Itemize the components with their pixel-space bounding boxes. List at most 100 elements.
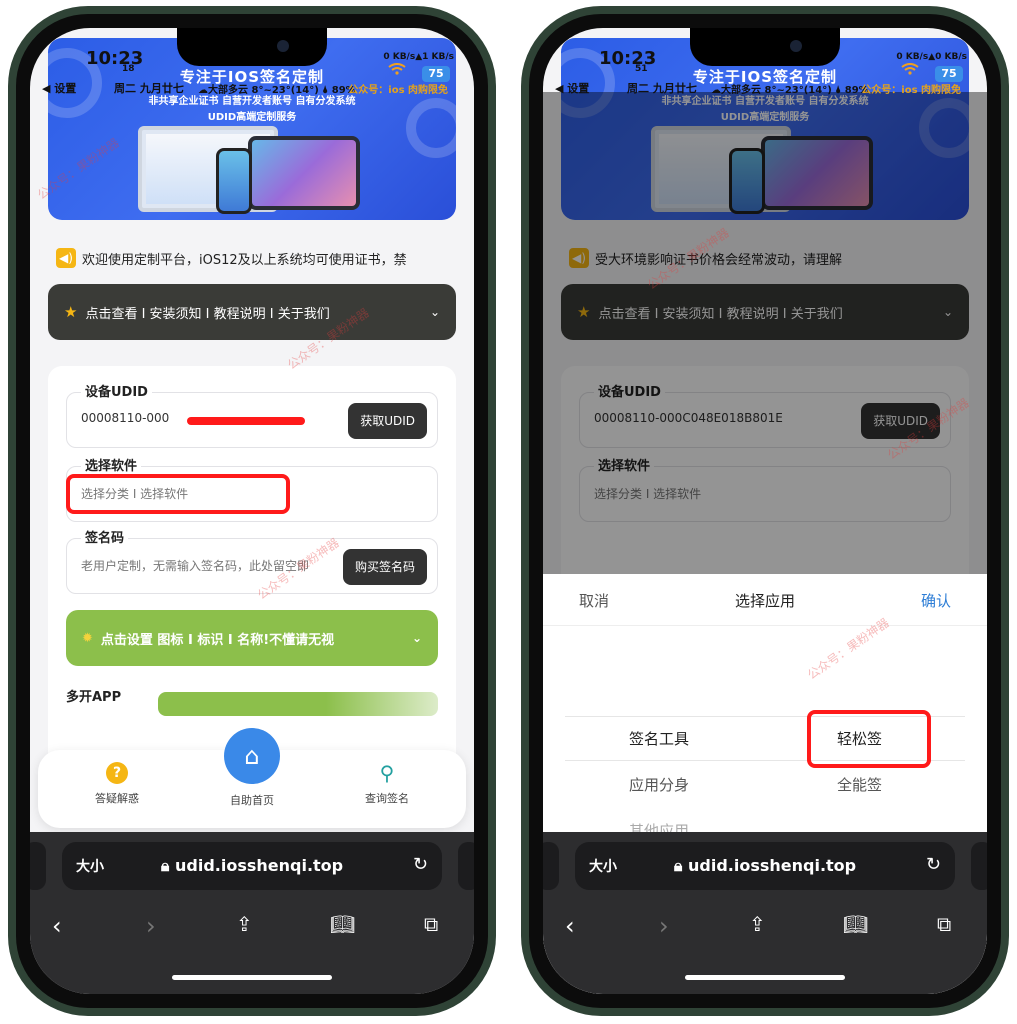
- bookmarks-icon[interactable]: 📖︎: [843, 912, 868, 936]
- url-value: udid.iosshenqi.top: [174, 856, 344, 875]
- redaction-mark: [187, 417, 305, 425]
- reload-icon[interactable]: ↻: [413, 854, 428, 875]
- reload-icon[interactable]: ↻: [926, 854, 941, 875]
- back-to-settings[interactable]: ◀ 设置: [42, 80, 76, 96]
- info-dropdown-label: 点击查看 I 安装须知 I 教程说明 I 关于我们: [85, 306, 330, 322]
- sign-code-label: 签名码: [81, 527, 129, 546]
- wifi-icon: [901, 63, 919, 75]
- next-tab-pill[interactable]: [971, 842, 987, 890]
- prev-tab-pill[interactable]: [30, 842, 46, 890]
- share-icon[interactable]: ⇪: [236, 912, 253, 936]
- next-tab-pill[interactable]: [458, 842, 474, 890]
- settings-dropdown[interactable]: ✹ 点击设置 图标 I 标识 I 名称!不懂请无视 ⌄: [66, 610, 438, 666]
- home-icon: ⌂: [244, 742, 260, 770]
- wifi-icon: [388, 63, 406, 75]
- url-text: 🔒︎ udid.iosshenqi.top: [575, 856, 955, 876]
- status-seconds: 18: [122, 64, 135, 74]
- form-card: 设备UDID 00008110-000 获取UDID 选择软件 选择分类 I 选…: [48, 366, 456, 786]
- question-icon: ?: [106, 762, 128, 784]
- decor-ring: [406, 98, 456, 158]
- buy-sign-code-button[interactable]: 购买签名码: [342, 549, 427, 585]
- chevron-down-icon: ⌄: [429, 305, 440, 319]
- url-text: 🔒︎ udid.iosshenqi.top: [62, 856, 442, 876]
- gear-icon: ✹: [82, 630, 93, 646]
- picker-category-item[interactable]: 应用分身: [629, 774, 689, 795]
- forward-icon[interactable]: ›: [146, 912, 156, 940]
- speaker-icon: ◀): [56, 248, 76, 268]
- highlight-box: [66, 474, 290, 514]
- back-icon[interactable]: ‹: [565, 912, 575, 940]
- settings-dropdown-label: 点击设置 图标 I 标识 I 名称!不懂请无视: [100, 632, 335, 648]
- confirm-button[interactable]: 确认: [921, 590, 951, 611]
- status-date: 周二 九月廿七: [114, 82, 184, 95]
- phone-image: [216, 148, 252, 214]
- info-dropdown[interactable]: ★ 点击查看 I 安装须知 I 教程说明 I 关于我们 ⌄: [48, 284, 456, 340]
- battery-icon: 75: [422, 66, 450, 82]
- comparison-stage: 10:23 18 ◀ 设置 周二 九月廿七 0 KB/s▲1 KB/s ☁大部多…: [0, 0, 1017, 1024]
- status-seconds: 51: [635, 64, 648, 74]
- phone-screen-right: 10:23 51 ◀ 设置 周二 九月廿七 0 KB/s▲0 KB/s ☁大部多…: [543, 28, 987, 994]
- banner-line-2: UDID高端定制服务: [207, 112, 297, 123]
- official-account-label: 公众号：ios 肉购限免: [861, 85, 961, 96]
- tab-home[interactable]: 自助首页: [197, 792, 307, 808]
- safari-toolbar: 大小 🔒︎ udid.iosshenqi.top ↻ ‹ › ⇪ 📖︎ ⧉: [543, 832, 987, 994]
- browser-nav: ‹ › ⇪ 📖︎ ⧉: [543, 912, 987, 952]
- tab-help-label: 答疑解惑: [95, 792, 139, 805]
- software-label: 选择软件: [81, 455, 142, 474]
- browser-nav: ‹ › ⇪ 📖︎ ⧉: [30, 912, 474, 952]
- share-icon[interactable]: ⇪: [749, 912, 766, 936]
- network-speed: 0 KB/s▲1 KB/s: [383, 52, 454, 62]
- camera-icon: [277, 40, 289, 52]
- prev-tab-pill[interactable]: [543, 842, 559, 890]
- address-bar[interactable]: 大小 🔒︎ udid.iosshenqi.top ↻: [62, 842, 442, 890]
- picker-category-item[interactable]: 签名工具: [629, 728, 689, 749]
- forward-icon[interactable]: ›: [659, 912, 669, 940]
- tabs-icon[interactable]: ⧉: [424, 912, 438, 936]
- tab-help[interactable]: ? 答疑解惑: [62, 762, 172, 806]
- chevron-down-icon: ⌄: [411, 631, 422, 645]
- status-time: 10:23: [599, 48, 657, 69]
- phone-bezel-right: 10:23 51 ◀ 设置 周二 九月廿七 0 KB/s▲0 KB/s ☁大部多…: [529, 14, 1001, 1008]
- weather-text: ☁大部多云 8°~23°(14°) 🌢 89%: [711, 85, 869, 96]
- search-icon: ⚲: [379, 761, 395, 785]
- udid-value: 00008110-000: [81, 411, 170, 425]
- udid-field[interactable]: 设备UDID 00008110-000 获取UDID: [66, 381, 438, 448]
- lock-icon: 🔒︎: [160, 856, 175, 875]
- tab-query[interactable]: ⚲ 查询签名: [332, 762, 442, 806]
- tab-query-label: 查询签名: [365, 792, 409, 805]
- back-icon[interactable]: ‹: [52, 912, 62, 940]
- dynamic-island: [690, 28, 840, 66]
- battery-icon: 75: [935, 66, 963, 82]
- sign-code-field[interactable]: 签名码 老用户定制，无需输入签名码，此处留空即 购买签名码: [66, 527, 438, 594]
- phone-frame-right: 10:23 51 ◀ 设置 周二 九月廿七 0 KB/s▲0 KB/s ☁大部多…: [521, 6, 1009, 1016]
- picker-app-item[interactable]: 全能签: [837, 774, 882, 795]
- bookmarks-icon[interactable]: 📖︎: [330, 912, 355, 936]
- star-icon: ★: [64, 303, 78, 321]
- udid-label: 设备UDID: [81, 381, 152, 400]
- lock-icon: 🔒︎: [673, 856, 688, 875]
- back-to-settings[interactable]: ◀ 设置: [555, 80, 589, 96]
- multi-app-toggle[interactable]: [158, 692, 438, 716]
- multi-app-label: 多开APP: [66, 690, 122, 705]
- home-indicator: [685, 975, 845, 980]
- sign-code-input[interactable]: 老用户定制，无需输入签名码，此处留空即: [81, 557, 331, 574]
- notice-marquee: ◀) 欢迎使用定制平台，iOS12及以上系统均可使用证书，禁: [56, 246, 470, 270]
- address-bar[interactable]: 大小 🔒︎ udid.iosshenqi.top ↻: [575, 842, 955, 890]
- tablet-image: [248, 136, 360, 210]
- dynamic-island: [177, 28, 327, 66]
- picker-header: 取消 选择应用 确认: [543, 574, 987, 626]
- tabs-icon[interactable]: ⧉: [937, 912, 951, 936]
- safari-toolbar: 大小 🔒︎ udid.iosshenqi.top ↻ ‹ › ⇪ 📖︎ ⧉: [30, 832, 474, 994]
- bottom-tab-bar: ? 答疑解惑 ⌂ 自助首页 ⚲ 查询签名: [38, 728, 466, 828]
- get-udid-button[interactable]: 获取UDID: [348, 403, 427, 439]
- phone-bezel-left: 10:23 18 ◀ 设置 周二 九月廿七 0 KB/s▲1 KB/s ☁大部多…: [16, 14, 488, 1008]
- notice-text: 欢迎使用定制平台，iOS12及以上系统均可使用证书，禁: [82, 252, 407, 268]
- home-indicator: [172, 975, 332, 980]
- home-button[interactable]: ⌂: [224, 728, 280, 784]
- official-account-label: 公众号：ios 肉购限免: [348, 85, 448, 96]
- phone-frame-left: 10:23 18 ◀ 设置 周二 九月廿七 0 KB/s▲1 KB/s ☁大部多…: [8, 6, 496, 1016]
- camera-icon: [790, 40, 802, 52]
- status-time: 10:23: [86, 48, 144, 69]
- phone-screen-left: 10:23 18 ◀ 设置 周二 九月廿七 0 KB/s▲1 KB/s ☁大部多…: [30, 28, 474, 994]
- status-date: 周二 九月廿七: [627, 82, 697, 95]
